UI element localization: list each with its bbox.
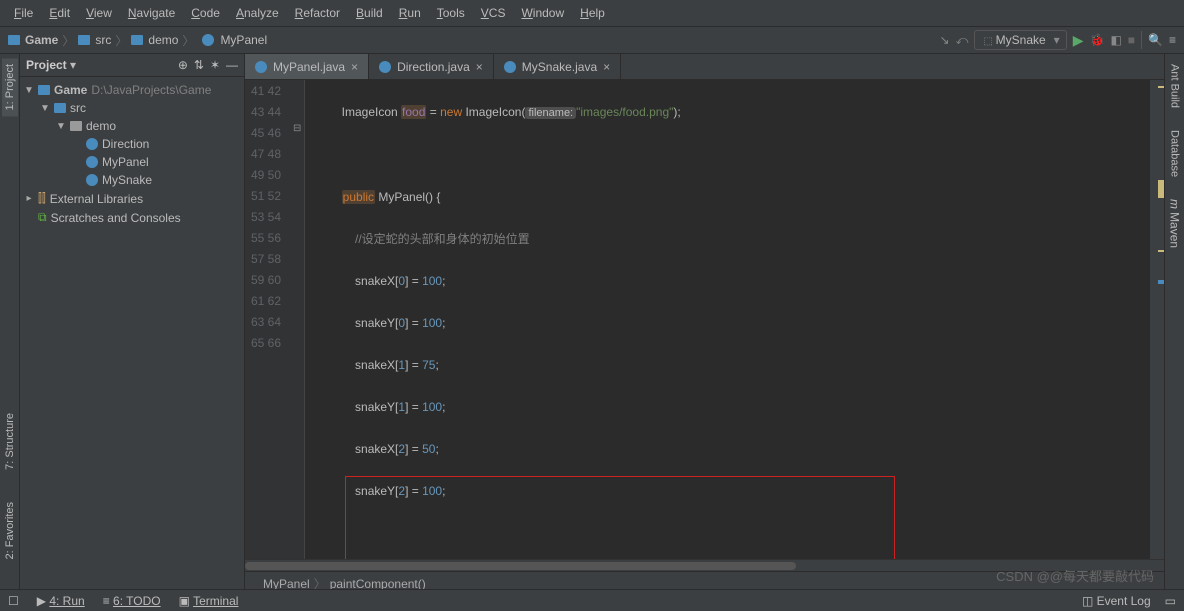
menu-view[interactable]: View — [80, 4, 118, 22]
menubar: File Edit View Navigate Code Analyze Ref… — [0, 0, 1184, 27]
statusbar: ☐ ▶ 4: Run ≡ 6: TODO ▣ Terminal ◫ Event … — [0, 589, 1184, 611]
stop-icon[interactable]: ■ — [1128, 33, 1135, 47]
status-indicator-icon[interactable]: ▭ — [1165, 594, 1176, 608]
watermark: CSDN @@每天都要敲代码 — [996, 566, 1154, 585]
package-icon — [70, 121, 82, 131]
close-icon[interactable]: × — [351, 60, 358, 74]
tree-item[interactable]: Direction — [20, 135, 244, 153]
tree-root[interactable]: ▼ GameD:\JavaProjects\Game — [20, 81, 244, 99]
folder-icon — [8, 35, 20, 45]
settings-icon[interactable]: ≡ — [1169, 33, 1176, 47]
tab-mysnake[interactable]: MySnake.java × — [494, 54, 621, 79]
library-icon: ⫿⫿ — [38, 191, 46, 206]
class-icon — [202, 34, 214, 46]
left-tool-stripe: 1: Project 7: Structure 2: Favorites — [0, 54, 20, 595]
bc-demo[interactable]: demo — [148, 33, 178, 47]
menu-code[interactable]: Code — [185, 4, 226, 22]
run-config-select[interactable]: ⬚ MySnake ▾ — [974, 30, 1066, 50]
menu-refactor[interactable]: Refactor — [289, 4, 346, 22]
right-tool-stripe: Ant Build Database m Maven — [1164, 54, 1184, 595]
line-gutter[interactable]: 41 42 43 44 45 46 47 48 49 50 51 52 53 5… — [245, 80, 291, 559]
side-structure[interactable]: 7: Structure — [2, 407, 18, 476]
menu-file[interactable]: File — [8, 4, 39, 22]
open-files-icon[interactable]: ↘ — [940, 33, 950, 47]
menu-window[interactable]: Window — [515, 4, 570, 22]
close-icon[interactable]: × — [603, 60, 610, 74]
tree-scratches[interactable]: ⧉ Scratches and Consoles — [20, 208, 244, 227]
run-icon[interactable]: ▶ — [1073, 32, 1084, 49]
navbar: Game 〉 src 〉 demo 〉 MyPanel ↘ ⤺ ⬚ MySnak… — [0, 27, 1184, 54]
menu-help[interactable]: Help — [574, 4, 611, 22]
tree-demo[interactable]: ▼ demo — [20, 117, 244, 135]
editor-tabs: MyPanel.java × Direction.java × MySnake.… — [245, 54, 1164, 80]
class-icon — [255, 61, 267, 73]
side-project[interactable]: 1: Project — [2, 58, 18, 116]
tab-direction[interactable]: Direction.java × — [369, 54, 494, 79]
project-view-selector[interactable]: Project ▾ — [26, 58, 76, 72]
menu-run[interactable]: Run — [393, 4, 427, 22]
tab-mypanel[interactable]: MyPanel.java × — [245, 54, 369, 79]
fold-column[interactable]: ⊟ ⊟ — [291, 80, 305, 559]
menu-analyze[interactable]: Analyze — [230, 4, 285, 22]
bc-src[interactable]: src — [95, 33, 111, 47]
editor-area: MyPanel.java × Direction.java × MySnake.… — [245, 54, 1164, 595]
status-todo[interactable]: ≡ 6: TODO — [103, 594, 161, 608]
menu-build[interactable]: Build — [350, 4, 389, 22]
class-icon — [86, 138, 98, 150]
side-database[interactable]: Database — [1167, 124, 1183, 183]
select-opened-icon[interactable]: ⊕ — [178, 58, 188, 72]
menu-tools[interactable]: Tools — [431, 4, 471, 22]
collapse-icon[interactable]: ✶ — [210, 58, 220, 72]
coverage-icon[interactable]: ◧ — [1110, 33, 1121, 47]
class-icon — [86, 156, 98, 168]
side-maven[interactable]: m Maven — [1166, 193, 1184, 254]
folder-icon — [131, 35, 143, 45]
folder-icon — [78, 35, 90, 45]
tree-src[interactable]: ▼ src — [20, 99, 244, 117]
project-tree[interactable]: ▼ GameD:\JavaProjects\Game ▼ src ▼ demo … — [20, 77, 244, 231]
tree-ext-lib[interactable]: ▸⫿⫿ External Libraries — [20, 189, 244, 208]
debug-icon[interactable]: 🐞 — [1089, 33, 1104, 47]
folder-icon — [38, 85, 50, 95]
hide-icon[interactable]: — — [226, 58, 238, 72]
bc-panel[interactable]: MyPanel — [220, 33, 267, 47]
back-icon[interactable]: ⤺ — [956, 33, 969, 48]
scratch-icon: ⧉ — [38, 210, 47, 225]
code-content[interactable]: ImageIcon food = new ImageIcon(filename:… — [305, 80, 1150, 559]
menu-vcs[interactable]: VCS — [475, 4, 512, 22]
status-run[interactable]: ▶ 4: Run — [37, 594, 85, 608]
folder-icon — [54, 103, 66, 113]
close-icon[interactable]: × — [476, 60, 483, 74]
side-ant[interactable]: Ant Build — [1167, 58, 1183, 114]
bc-root[interactable]: Game — [25, 33, 58, 47]
breadcrumb[interactable]: Game 〉 src 〉 demo 〉 MyPanel — [8, 32, 267, 49]
tree-item[interactable]: MySnake — [20, 171, 244, 189]
tree-item[interactable]: MyPanel — [20, 153, 244, 171]
side-favorites[interactable]: 2: Favorites — [2, 496, 18, 565]
menu-edit[interactable]: Edit — [43, 4, 76, 22]
project-panel: Project ▾ ⊕ ⇅ ✶ — ▼ GameD:\JavaProjects\… — [20, 54, 245, 595]
status-menu-icon[interactable]: ☐ — [8, 594, 19, 608]
status-terminal[interactable]: ▣ Terminal — [179, 594, 239, 608]
menu-navigate[interactable]: Navigate — [122, 4, 181, 22]
status-event-log[interactable]: ◫ Event Log — [1082, 594, 1151, 608]
search-icon[interactable]: 🔍 — [1148, 33, 1163, 47]
class-icon — [504, 61, 516, 73]
minimap[interactable] — [1150, 80, 1164, 559]
code-editor[interactable]: 41 42 43 44 45 46 47 48 49 50 51 52 53 5… — [245, 80, 1164, 559]
expand-icon[interactable]: ⇅ — [194, 58, 204, 72]
class-icon — [379, 61, 391, 73]
class-icon — [86, 174, 98, 186]
